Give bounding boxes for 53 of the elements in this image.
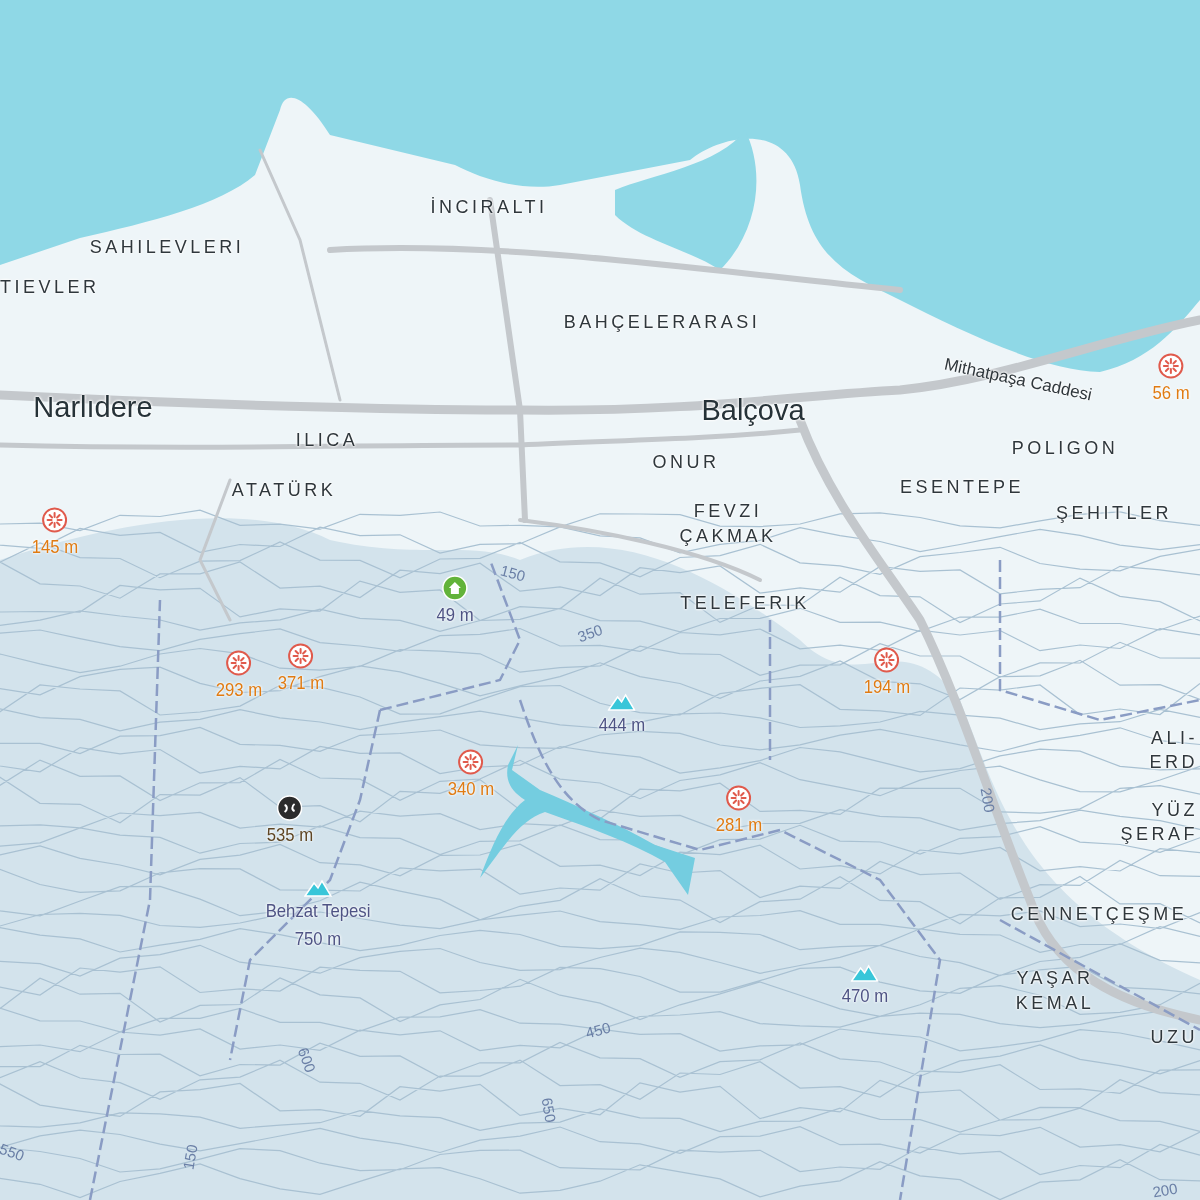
district-label: ŞERAF (1120, 823, 1198, 845)
city-label: Balçova (701, 393, 805, 427)
district-label: TIEVLER (0, 276, 100, 298)
viewpoint-icon[interactable] (458, 749, 484, 775)
contour-label: 200 (1151, 1179, 1179, 1200)
elevation-label: 56 m (1152, 381, 1190, 405)
district-label: POLIGON (1011, 437, 1119, 459)
mountain-icon[interactable] (608, 693, 636, 711)
district-label: ŞEHITLER (1056, 502, 1172, 524)
mountain-icon[interactable] (304, 879, 332, 897)
elevation-label: Behzat Tepesi 750 m (265, 899, 371, 951)
mountain-icon[interactable] (851, 964, 879, 982)
district-label: SAHILEVLERI (89, 236, 245, 258)
district-label: FEVZI ÇAKMAK (678, 500, 778, 548)
contour-label: 150 (179, 1143, 201, 1171)
district-label: ESENTEPE (900, 476, 1024, 498)
contour-label: 350 (575, 620, 605, 646)
elevation-label: 281 m (715, 813, 763, 837)
district-label: YAŞAR KEMAL (1014, 967, 1096, 1015)
climbing-icon[interactable] (277, 795, 303, 821)
viewpoint-icon[interactable] (288, 643, 314, 669)
district-label: ILICA (295, 429, 359, 451)
elevation-label: 371 m (277, 671, 325, 695)
viewpoint-icon[interactable] (42, 507, 68, 533)
city-label: Narlıdere (33, 390, 153, 424)
contour-label: 450 (583, 1018, 613, 1042)
elevation-label: 444 m (598, 713, 646, 737)
viewpoint-icon[interactable] (1158, 353, 1184, 379)
contour-label: 200 (977, 786, 999, 814)
house-icon[interactable] (442, 575, 468, 601)
district-label: ALI- (1151, 727, 1198, 749)
district-label: YÜZ (1151, 799, 1198, 821)
elevation-label: 340 m (447, 777, 495, 801)
district-label: TELEFERIK (680, 592, 810, 614)
contour-label: 600 (294, 1045, 320, 1075)
district-label: ATATÜRK (231, 479, 337, 501)
elevation-label: 535 m (266, 823, 314, 847)
elevation-label: 194 m (863, 675, 911, 699)
contour-label: 650 (538, 1096, 560, 1124)
contour-label: 150 (498, 561, 528, 585)
viewpoint-icon[interactable] (726, 785, 752, 811)
district-label: ERD (1149, 751, 1198, 773)
district-label: ONUR (652, 451, 720, 473)
viewpoint-icon[interactable] (874, 647, 900, 673)
district-label: İNCIRALTI (430, 196, 548, 218)
district-label: UZU (1150, 1026, 1198, 1048)
viewpoint-icon[interactable] (226, 650, 252, 676)
elevation-label: 145 m (31, 535, 79, 559)
elevation-label: 470 m (841, 984, 889, 1008)
elevation-label: 293 m (215, 678, 263, 702)
district-label: BAHÇELERARASI (563, 311, 761, 333)
elevation-label: 49 m (436, 603, 474, 627)
district-label: CENNETÇEŞME (1010, 903, 1188, 925)
